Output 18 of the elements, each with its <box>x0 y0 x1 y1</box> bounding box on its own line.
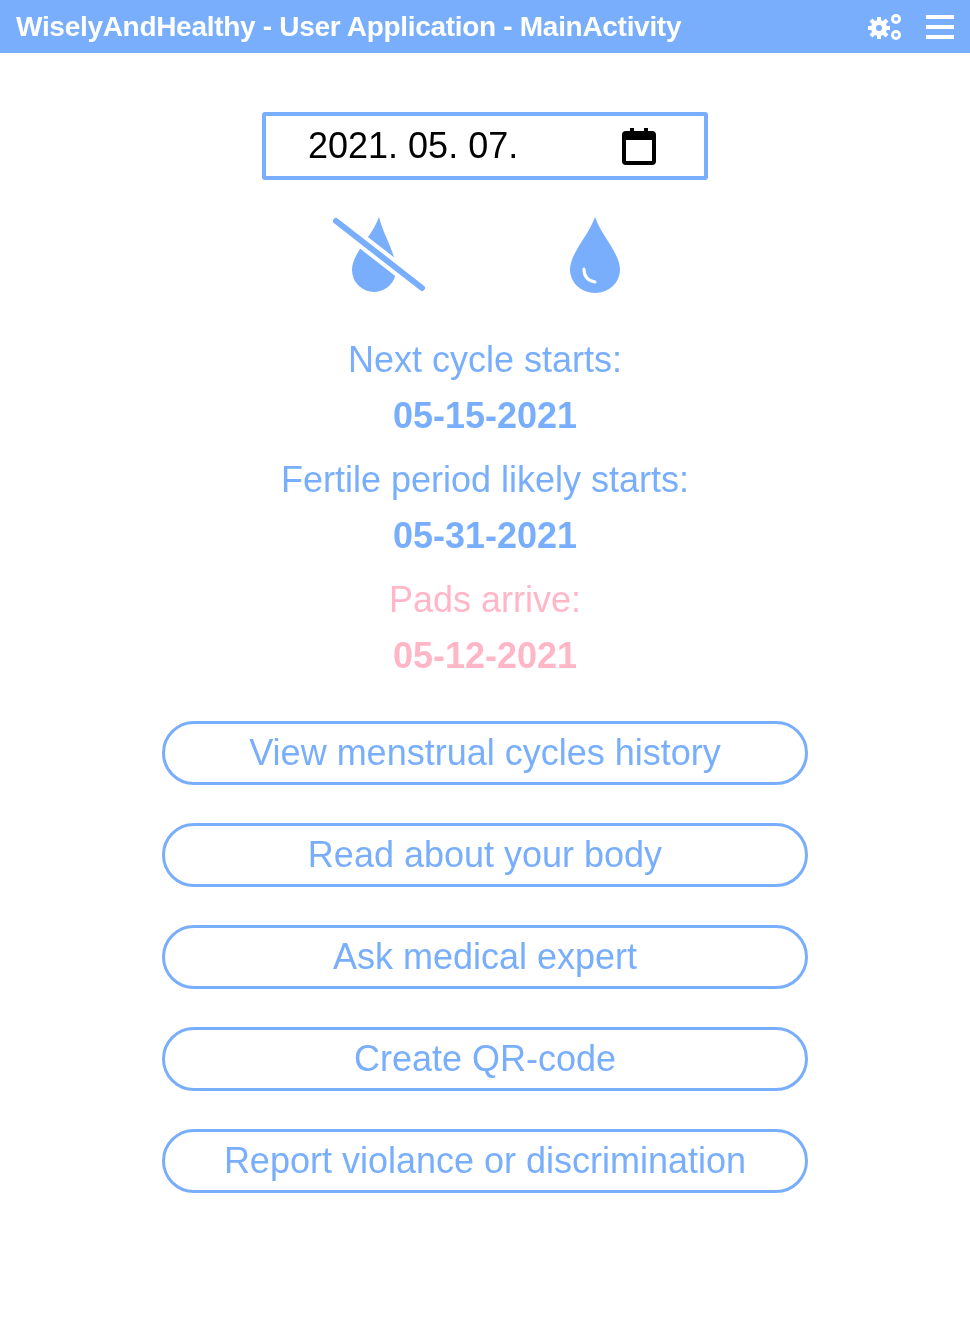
drop-icon[interactable] <box>568 215 622 293</box>
menu-icon[interactable] <box>926 14 954 39</box>
action-button[interactable]: Create QR-code <box>162 1027 808 1091</box>
info-date: 05-15-2021 <box>392 395 578 437</box>
info-date: 05-31-2021 <box>392 515 578 557</box>
action-button[interactable]: Report violance or discrimination <box>162 1129 808 1193</box>
info-label: Pads arrive: <box>388 579 582 621</box>
action-button[interactable]: Ask medical expert <box>162 925 808 989</box>
info-label: Fertile period likely starts: <box>280 459 690 501</box>
action-button[interactable]: Read about your body <box>162 823 808 887</box>
settings-icon[interactable] <box>866 11 904 42</box>
crossed-drop-icon[interactable] <box>332 215 428 293</box>
action-button[interactable]: View menstrual cycles history <box>162 721 808 785</box>
date-field[interactable]: 2021. 05. 07. <box>262 112 708 180</box>
info-label: Next cycle starts: <box>347 339 622 381</box>
window-title: WiselyAndHealthy - User Application - MainActivity <box>16 10 683 43</box>
info-date: 05-12-2021 <box>392 635 578 677</box>
calendar-icon[interactable] <box>622 127 656 165</box>
